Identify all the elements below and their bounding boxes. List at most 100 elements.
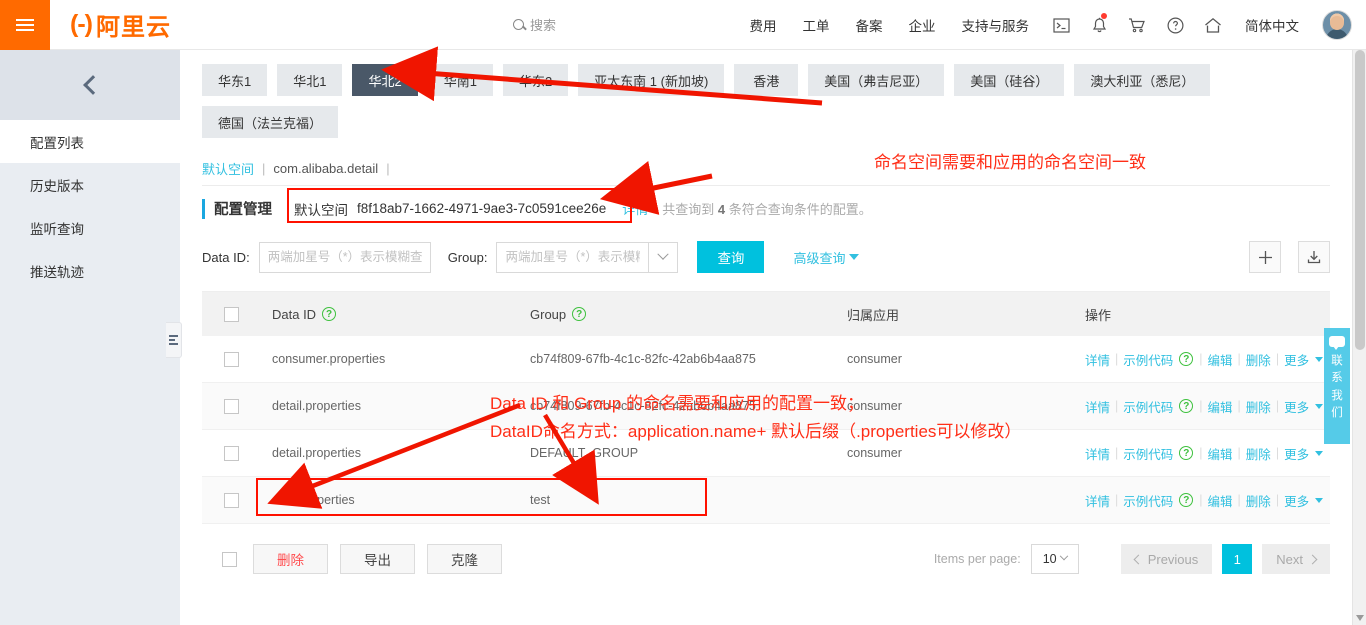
batch-delete-button[interactable]: 删除	[253, 544, 328, 574]
op-sample-code-link[interactable]: 示例代码	[1123, 444, 1173, 463]
aliyun-logo[interactable]: (-) 阿里云	[70, 7, 171, 42]
home-icon[interactable]	[1194, 0, 1232, 50]
op-delete-link[interactable]: 删除	[1246, 491, 1271, 510]
previous-page-button[interactable]: Previous	[1120, 544, 1213, 574]
global-search[interactable]: 搜索	[513, 15, 556, 34]
group-combobox[interactable]	[496, 241, 679, 273]
header-nav-tickets[interactable]: 工单	[790, 15, 843, 35]
region-tab-us-siliconvalley[interactable]: 美国（硅谷）	[954, 64, 1065, 96]
contact-us-widget[interactable]: 联 系 我 们	[1324, 328, 1350, 444]
help-icon[interactable]: ?	[1179, 446, 1194, 460]
op-delete-link[interactable]: 删除	[1246, 397, 1271, 416]
region-tab-huadong1[interactable]: 华东1	[202, 64, 268, 96]
help-icon[interactable]: ?	[1179, 399, 1194, 413]
contact-char: 系	[1331, 372, 1343, 385]
advanced-query-toggle[interactable]: 高级查询	[793, 248, 860, 267]
sidebar-item-push-trace[interactable]: 推送轨迹	[0, 249, 180, 292]
sidebar-collapse-button[interactable]	[0, 50, 180, 120]
op-sample-code-link[interactable]: 示例代码	[1123, 397, 1173, 416]
help-icon[interactable]: ?	[1179, 493, 1194, 507]
region-tab-huabei2[interactable]: 华北2	[352, 64, 418, 96]
cell-operations: 详情 | 示例代码 ? | 编辑 | 删除 | 更多	[1080, 444, 1330, 463]
op-edit-link[interactable]: 编辑	[1208, 491, 1233, 510]
group-input[interactable]	[496, 241, 649, 273]
region-tab-huanan1[interactable]: 华南1	[427, 64, 493, 96]
data-id-input[interactable]	[258, 241, 431, 273]
op-more-link[interactable]: 更多	[1284, 350, 1309, 369]
sidebar-item-listener-query[interactable]: 监听查询	[0, 206, 180, 249]
header-nav-icp[interactable]: 备案	[843, 15, 896, 35]
help-icon[interactable]: ?	[572, 307, 587, 321]
filter-row: Data ID: Group: 查询 高级查询	[202, 241, 1330, 273]
page-scrollbar[interactable]	[1352, 50, 1366, 625]
query-button[interactable]: 查询	[697, 241, 765, 273]
page-title: 配置管理	[214, 202, 272, 218]
table-header-row: Data ID ? Group ? 归属应用 操作	[202, 292, 1330, 336]
footer-select-all-checkbox[interactable]	[222, 551, 237, 567]
language-selector[interactable]: 简体中文	[1232, 15, 1312, 35]
help-icon[interactable]: ?	[1179, 352, 1194, 366]
op-edit-link[interactable]: 编辑	[1208, 350, 1233, 369]
op-detail-link[interactable]: 详情	[1085, 350, 1110, 369]
op-delete-link[interactable]: 删除	[1246, 350, 1271, 369]
region-tab-hongkong[interactable]: 香港	[734, 64, 799, 96]
breadcrumb-namespace-link[interactable]: 默认空间	[202, 159, 254, 178]
batch-export-button[interactable]: 导出	[340, 544, 415, 574]
table-row[interactable]: consumer.properties cb74f809-67fb-4c1c-8…	[202, 336, 1330, 383]
namespace-display[interactable]: 默认空间 f8f18ab7-1662-4971-9ae3-7c0591cee26…	[294, 199, 606, 219]
scroll-down-arrow-icon[interactable]	[1356, 615, 1364, 621]
row-checkbox[interactable]	[223, 351, 239, 367]
export-config-button[interactable]	[1298, 241, 1330, 273]
op-sample-code-link[interactable]: 示例代码	[1123, 350, 1173, 369]
sidebar-item-history-version[interactable]: 历史版本	[0, 163, 180, 206]
row-operations: 详情 | 示例代码 ? | 编辑 | 删除 | 更多	[1085, 397, 1330, 416]
region-tab-huadong2[interactable]: 华东2	[502, 64, 569, 96]
table-row[interactable]: acm.properties test 详情 | 示例代码 ? | 编辑 | 删除 | …	[202, 477, 1330, 524]
op-sample-code-link[interactable]: 示例代码	[1123, 491, 1173, 510]
region-tab-australia-sydney[interactable]: 澳大利亚（悉尼）	[1074, 64, 1211, 96]
table-row[interactable]: detail.properties cb74f809-67fb-4c1c-82f…	[202, 383, 1330, 430]
sidebar-item-config-list[interactable]: 配置列表	[0, 120, 180, 163]
user-avatar[interactable]	[1322, 10, 1352, 40]
op-detail-link[interactable]: 详情	[1085, 444, 1110, 463]
add-config-button[interactable]	[1249, 241, 1281, 273]
next-page-button[interactable]: Next	[1262, 544, 1330, 574]
namespace-detail-link[interactable]: 详情	[622, 199, 648, 218]
help-icon[interactable]: ?	[322, 307, 337, 321]
bell-icon[interactable]	[1080, 0, 1118, 50]
region-tab-germany-frankfurt[interactable]: 德国（法兰克福）	[202, 106, 339, 138]
group-dropdown-button[interactable]	[648, 241, 679, 273]
sidebar-drag-handle[interactable]	[166, 322, 182, 358]
region-tab-us-virginia[interactable]: 美国（弗吉尼亚）	[808, 64, 945, 96]
row-checkbox[interactable]	[223, 492, 239, 508]
console-icon[interactable]	[1042, 0, 1080, 50]
header-nav-fees[interactable]: 费用	[737, 15, 790, 35]
select-all-checkbox[interactable]	[223, 306, 239, 322]
op-detail-link[interactable]: 详情	[1085, 397, 1110, 416]
menu-toggle-button[interactable]	[0, 0, 50, 50]
row-checkbox[interactable]	[223, 398, 239, 414]
op-delete-link[interactable]: 删除	[1246, 444, 1271, 463]
op-edit-link[interactable]: 编辑	[1208, 397, 1233, 416]
header-nav-enterprise[interactable]: 企业	[896, 15, 949, 35]
op-edit-link[interactable]: 编辑	[1208, 444, 1233, 463]
region-tabs-row: 华东1 华北1 华北2 华南1 华东2 亚太东南 1 (新加坡) 香港 美国（弗…	[202, 64, 1332, 96]
scrollbar-thumb[interactable]	[1355, 50, 1365, 350]
column-header-app: 归属应用	[847, 307, 900, 323]
op-more-link[interactable]: 更多	[1284, 491, 1309, 510]
op-detail-link[interactable]: 详情	[1085, 491, 1110, 510]
region-tab-singapore[interactable]: 亚太东南 1 (新加坡)	[578, 64, 725, 96]
table-row[interactable]: detail.properties DEFAULT_GROUP consumer…	[202, 430, 1330, 477]
batch-clone-button[interactable]: 克隆	[427, 544, 502, 574]
chevron-down-icon	[1059, 551, 1068, 561]
region-tab-huabei1[interactable]: 华北1	[277, 64, 343, 96]
cart-icon[interactable]	[1118, 0, 1156, 50]
op-more-link[interactable]: 更多	[1284, 397, 1309, 416]
header-nav-support[interactable]: 支持与服务	[949, 15, 1043, 35]
help-icon[interactable]	[1156, 0, 1194, 50]
breadcrumb: 默认空间 | com.alibaba.detail |	[202, 156, 1330, 186]
page-number-1[interactable]: 1	[1222, 544, 1253, 574]
items-per-page-select[interactable]: 10	[1030, 544, 1079, 574]
row-checkbox[interactable]	[223, 445, 239, 461]
op-more-link[interactable]: 更多	[1284, 444, 1309, 463]
